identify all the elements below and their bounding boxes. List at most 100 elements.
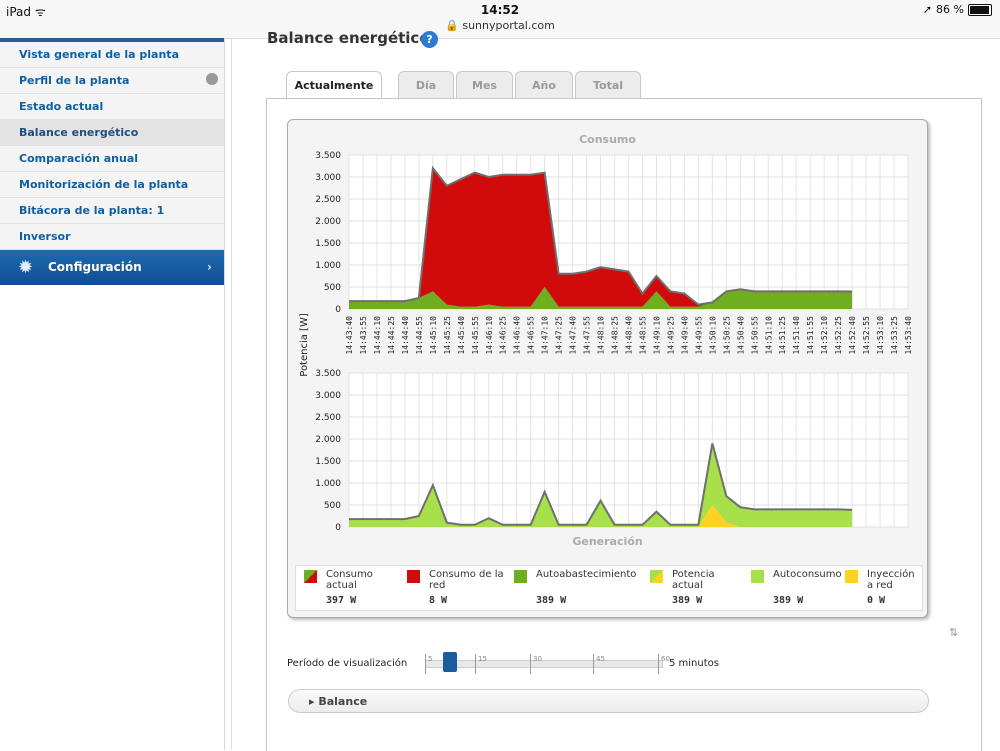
sidebar-item-perfil[interactable]: Perfil de la planta [0, 68, 224, 94]
x-tick-label: 14:45:40 [457, 316, 466, 355]
x-tick-label: 14:49:10 [652, 316, 661, 355]
balance-accordion[interactable]: ▸ Balance [288, 689, 929, 713]
period-label: Período de visualización [287, 658, 408, 669]
tab-dia[interactable]: Día [398, 71, 454, 99]
energy-chart: 3.500 3.000 2.500 2.000 1.500 1.000 500 0 14:43:… [299, 151, 913, 533]
y-axis-label: Potencia [W] [299, 313, 310, 377]
x-tick-label: 14:44:40 [401, 316, 410, 355]
main-content: Balance energético ? Actualmente Día Mes… [231, 29, 1000, 751]
legend-label: Autoconsumo [773, 569, 842, 580]
battery-percent: 86 % [936, 3, 964, 16]
period-slider[interactable]: 5 15 30 45 60 [425, 652, 670, 674]
legend-swatch [514, 570, 527, 583]
chevron-right-icon: › [207, 260, 212, 274]
sidebar-item-inversor[interactable]: Inversor [0, 224, 224, 250]
legend-label: Consumo de la red [429, 569, 504, 591]
x-tick-label: 14:53:40 [904, 316, 913, 355]
x-tick-label: 14:52:10 [820, 316, 829, 355]
consumo-y-tick-label: 2.500 [315, 195, 341, 205]
balance-label: Balance [318, 695, 368, 708]
tab-panel: Consumo 3.500 3.000 2.500 2.000 1.500 1.000 50… [266, 98, 982, 751]
x-tick-label: 14:49:40 [680, 316, 689, 355]
x-tick-label: 14:49:25 [666, 316, 675, 355]
sidebar-item-monitorizacion[interactable]: Monitorización de la planta [0, 172, 224, 198]
tab-ano[interactable]: Año [515, 71, 573, 99]
consumo-y-tick-label: 3.500 [315, 151, 341, 161]
sidebar-item-comparacion-anual[interactable]: Comparación anual [0, 146, 224, 172]
battery-icon [968, 3, 992, 16]
slider-tick [530, 654, 531, 674]
x-tick-label: 14:46:10 [485, 316, 494, 355]
slider-tick-label: 15 [478, 655, 487, 663]
location-icon: ➚ [922, 3, 933, 16]
x-tick-label: 14:46:25 [499, 316, 508, 355]
x-tick-label: 14:51:40 [792, 316, 801, 355]
x-tick-label: 14:51:25 [778, 316, 787, 355]
gear-icon: ✹ [18, 257, 34, 278]
x-tick-label: 14:45:10 [429, 316, 438, 355]
x-tick-label: 14:50:25 [722, 316, 731, 355]
x-tick-label: 14:50:55 [750, 316, 759, 355]
x-tick-label: 14:45:55 [471, 316, 480, 355]
consumo-y-tick-label: 1.000 [315, 261, 341, 271]
legend-value: 0 W [867, 595, 886, 606]
legend-label: Autoabastecimiento [536, 569, 637, 580]
x-tick-label: 14:49:55 [694, 316, 703, 355]
x-tick-label: 14:53:25 [890, 316, 899, 355]
x-tick-label: 14:52:40 [848, 316, 857, 355]
slider-tick [475, 654, 476, 674]
slider-tick [658, 654, 659, 674]
tab-actualmente[interactable]: Actualmente [286, 71, 382, 100]
x-tick-label: 14:44:25 [387, 316, 396, 355]
legend-value: 389 W [773, 595, 804, 606]
legend-label: Potencia actual [672, 569, 715, 591]
page-title: Balance energético [267, 29, 430, 47]
generacion-y-tick-label: 2.500 [315, 413, 341, 423]
slider-tick [425, 654, 426, 674]
generacion-y-tick-label: 0 [335, 523, 341, 533]
x-tick-label: 14:44:10 [373, 316, 382, 355]
x-tick-label: 14:50:40 [736, 316, 745, 355]
sidebar-item-vista-general[interactable]: Vista general de la planta [0, 42, 224, 68]
battery-status: ➚ 86 % [923, 3, 992, 16]
sidebar-item-bitacora[interactable]: Bitácora de la planta: 1 [0, 198, 224, 224]
url-bar[interactable]: 🔒 sunnyportal.com [0, 19, 1000, 32]
slider-handle[interactable] [443, 652, 457, 672]
x-tick-label: 14:45:25 [443, 316, 452, 355]
chart-title-generacion: Generación [572, 535, 643, 548]
help-icon[interactable]: ? [421, 31, 438, 48]
slider-tick-label: 45 [596, 655, 605, 663]
consumo-y-tick-label: 2.000 [315, 217, 341, 227]
legend-label: Inyección a red [867, 569, 915, 591]
x-tick-label: 14:47:10 [541, 316, 550, 355]
slider-tick-label: 5 [428, 655, 433, 663]
tab-total[interactable]: Total [575, 71, 641, 99]
x-tick-label: 14:47:25 [555, 316, 564, 355]
legend-swatch [845, 570, 858, 583]
generacion-y-tick-label: 500 [324, 501, 341, 511]
x-tick-label: 14:52:25 [834, 316, 843, 355]
legend-swatch [650, 570, 663, 583]
x-tick-label: 14:50:10 [708, 316, 717, 355]
ios-status-bar: iPad ᯤ 14:52 🔒 sunnyportal.com ➚ 86 % [0, 0, 1000, 39]
x-tick-label: 14:48:40 [625, 316, 634, 355]
config-label: Configuración [48, 260, 142, 274]
sidebar: Vista general de la planta Perfil de la … [0, 38, 225, 750]
sidebar-item-estado-actual[interactable]: Estado actual [0, 94, 224, 120]
x-tick-label: 14:43:40 [345, 316, 354, 355]
sidebar-item-configuracion[interactable]: ✹ Configuración › [0, 250, 224, 285]
legend-swatch [751, 570, 764, 583]
x-tick-label: 14:44:55 [415, 316, 424, 355]
x-tick-label: 14:53:10 [876, 316, 885, 355]
expand-icon[interactable]: ⇅ [949, 626, 958, 639]
x-tick-label: 14:51:10 [764, 316, 773, 355]
tab-mes[interactable]: Mes [456, 71, 513, 99]
legend-swatch [407, 570, 420, 583]
x-tick-label: 14:46:40 [513, 316, 522, 355]
legend: Consumo actual 397 W Consumo de la red 8 W A… [295, 565, 923, 611]
sidebar-item-balance-energetico[interactable]: Balance energético [0, 120, 224, 146]
x-tick-label: 14:47:40 [569, 316, 578, 355]
legend-value: 8 W [429, 595, 448, 606]
x-tick-label: 14:48:25 [611, 316, 620, 355]
slider-track[interactable] [425, 660, 663, 668]
